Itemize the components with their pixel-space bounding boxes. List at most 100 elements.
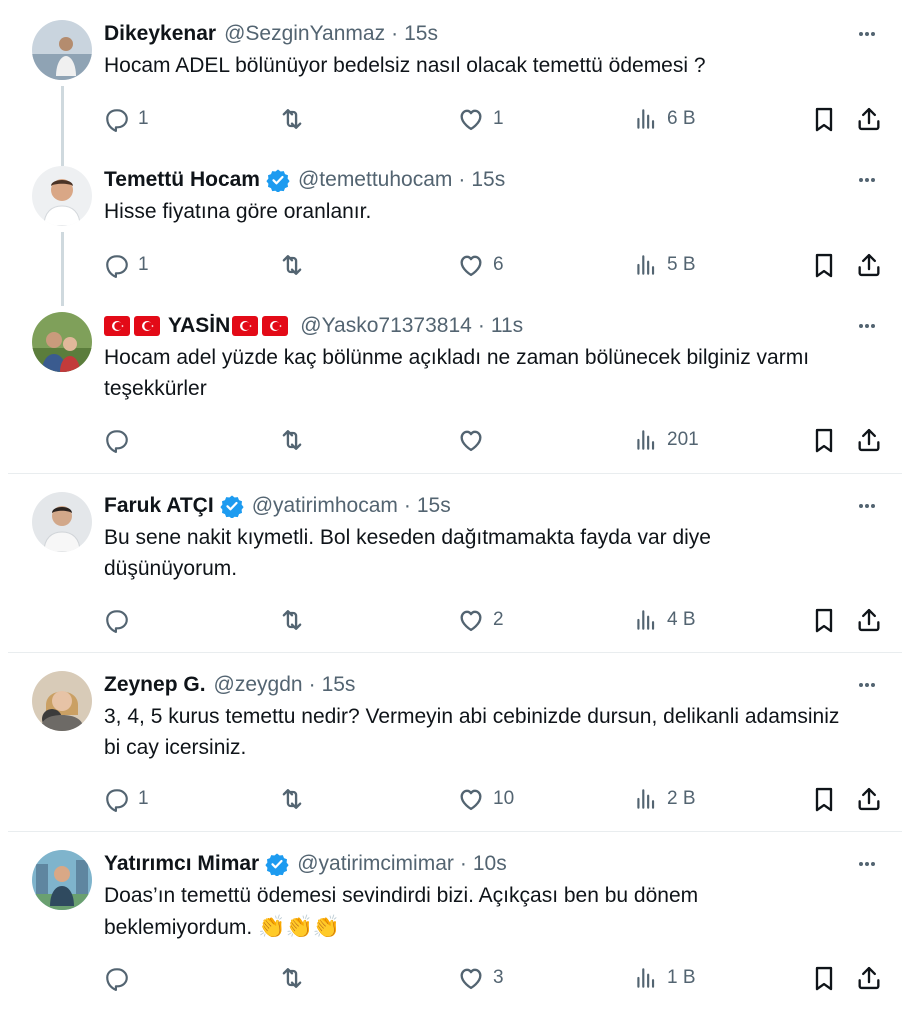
reply-button[interactable]: 1 xyxy=(104,250,149,280)
views-button[interactable]: 201 xyxy=(633,425,699,455)
bookmark-icon xyxy=(815,787,833,812)
retweet-button[interactable] xyxy=(278,104,314,134)
avatar[interactable] xyxy=(32,312,92,372)
avatar[interactable] xyxy=(32,492,92,552)
author-name[interactable]: Dikeykenar xyxy=(104,22,216,46)
retweet-button[interactable] xyxy=(278,250,314,280)
bookmark-button[interactable] xyxy=(810,784,838,814)
tweet-text: Bu sene nakit kıymetli. Bol keseden dağı… xyxy=(104,526,711,580)
views-button[interactable]: 5 B xyxy=(633,250,696,280)
reply-button[interactable]: 1 xyxy=(104,104,149,134)
tweet-text-body: Doas’ın temettü ödemesi sevindirdi bizi.… xyxy=(104,884,699,939)
more-dots-icon[interactable] xyxy=(852,671,882,699)
share-button[interactable] xyxy=(855,104,883,134)
tweet[interactable]: Faruk ATÇI @yatirimhocam · 15s Bu sene n… xyxy=(0,492,902,642)
like-button[interactable]: 2 xyxy=(457,605,504,635)
heart-icon xyxy=(460,255,482,277)
retweet-button[interactable] xyxy=(278,963,314,993)
author-name[interactable]: Zeynep G. xyxy=(104,673,206,697)
views-button[interactable]: 4 B xyxy=(633,605,696,635)
like-button[interactable]: 6 xyxy=(457,250,504,280)
avatar[interactable] xyxy=(32,20,92,80)
tweet[interactable]: Yatırımcı Mimar @yatirimcimimar · 10s Do… xyxy=(0,850,902,1000)
retweet-button[interactable] xyxy=(278,425,314,455)
share-button[interactable] xyxy=(855,963,883,993)
heart-icon xyxy=(460,610,482,632)
bookmark-icon xyxy=(815,107,833,132)
author-name[interactable]: Temettü Hocam xyxy=(104,168,260,192)
views-button[interactable]: 6 B xyxy=(633,104,696,134)
avatar[interactable] xyxy=(32,850,92,910)
heart-icon xyxy=(460,430,482,452)
more-dots-icon[interactable] xyxy=(852,850,882,878)
views-button[interactable]: 1 B xyxy=(633,963,696,993)
author-handle[interactable]: @temettuhocam xyxy=(298,168,452,192)
timestamp[interactable]: 15s xyxy=(471,168,505,192)
timestamp[interactable]: 11s xyxy=(491,314,523,338)
divider xyxy=(8,473,902,474)
retweet-button[interactable] xyxy=(278,605,314,635)
reply-button[interactable] xyxy=(104,605,138,635)
separator-dot: · xyxy=(458,168,466,191)
views-chart-icon xyxy=(637,968,655,988)
bookmark-button[interactable] xyxy=(810,104,838,134)
like-button[interactable]: 1 xyxy=(457,104,504,134)
share-button[interactable] xyxy=(855,605,883,635)
turkey-flag-icon xyxy=(134,316,160,336)
more-dots-icon[interactable] xyxy=(852,20,882,48)
bookmark-button[interactable] xyxy=(810,425,838,455)
reply-icon xyxy=(106,968,128,991)
timestamp[interactable]: 15s xyxy=(404,22,438,46)
tweet-header: Temettü Hocam @temettuhocam · 15s xyxy=(104,166,505,194)
reply-icon xyxy=(106,109,128,132)
avatar[interactable] xyxy=(32,671,92,731)
views-chart-icon xyxy=(637,255,655,275)
timestamp[interactable]: 15s xyxy=(322,673,356,697)
action-bar: 1 6 5 B xyxy=(104,250,894,280)
author-handle[interactable]: @SezginYanmaz xyxy=(224,22,385,46)
more-dots-icon[interactable] xyxy=(852,312,882,340)
share-button[interactable] xyxy=(855,784,883,814)
turkey-flag-icon xyxy=(262,316,289,336)
author-handle[interactable]: @zeygdn xyxy=(214,673,303,697)
author-handle[interactable]: @Yasko71373814 xyxy=(300,314,472,338)
bookmark-button[interactable] xyxy=(810,250,838,280)
bookmark-button[interactable] xyxy=(810,605,838,635)
share-button[interactable] xyxy=(855,250,883,280)
tweet[interactable]: Dikeykenar @SezginYanmaz · 15s Hocam ADE… xyxy=(0,20,902,166)
author-name[interactable]: YASİN xyxy=(168,314,230,338)
tweet-header: Dikeykenar @SezginYanmaz · 15s xyxy=(104,20,438,48)
bookmark-icon xyxy=(815,608,833,633)
tweet-text: Hocam ADEL bölünüyor bedelsiz nasıl olac… xyxy=(104,54,706,77)
bookmark-button[interactable] xyxy=(810,963,838,993)
timestamp[interactable]: 10s xyxy=(473,852,507,876)
tweet[interactable]: YASİN @Yasko71373814 · 11s Hocam adel yü… xyxy=(0,312,902,462)
tweet-text: Hocam adel yüzde kaç bölünme açıkladı ne… xyxy=(104,346,810,400)
like-button[interactable]: 10 xyxy=(457,784,514,814)
bookmark-icon xyxy=(815,253,833,278)
avatar[interactable] xyxy=(32,166,92,226)
reply-button[interactable] xyxy=(104,963,138,993)
author-name[interactable]: Yatırımcı Mimar xyxy=(104,852,259,876)
share-button[interactable] xyxy=(855,425,883,455)
share-icon xyxy=(858,608,880,632)
retweet-button[interactable] xyxy=(278,784,314,814)
views-count: 2 B xyxy=(667,788,696,809)
share-icon xyxy=(858,428,880,452)
views-button[interactable]: 2 B xyxy=(633,784,696,814)
reply-button[interactable] xyxy=(104,425,138,455)
more-dots-icon[interactable] xyxy=(852,492,882,520)
timestamp[interactable]: 15s xyxy=(417,494,451,518)
tweet[interactable]: Zeynep G. @zeygdn · 15s 3, 4, 5 kurus te… xyxy=(0,671,902,821)
action-bar: 2 4 B xyxy=(104,605,894,635)
like-button[interactable] xyxy=(457,425,493,455)
more-dots-icon[interactable] xyxy=(852,166,882,194)
divider xyxy=(8,831,902,832)
author-handle[interactable]: @yatirimhocam xyxy=(252,494,398,518)
like-button[interactable]: 3 xyxy=(457,963,504,993)
author-name[interactable]: Faruk ATÇI xyxy=(104,494,214,518)
tweet[interactable]: Temettü Hocam @temettuhocam · 15s Hisse … xyxy=(0,166,902,306)
author-handle[interactable]: @yatirimcimimar xyxy=(297,852,454,876)
reply-button[interactable]: 1 xyxy=(104,784,149,814)
views-chart-icon xyxy=(637,109,655,129)
